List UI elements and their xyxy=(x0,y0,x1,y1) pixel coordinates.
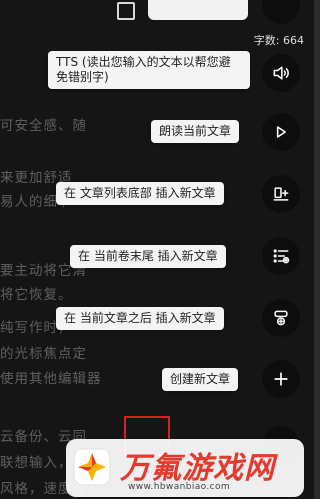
read-aloud-button[interactable] xyxy=(262,113,300,151)
word-count: 字数: 664 xyxy=(253,34,304,47)
watermark: 万氟游戏网 www.hbwanbiao.com xyxy=(66,439,304,497)
insert-after-button[interactable] xyxy=(262,299,300,337)
editor-screen: 可安全感、随 来更加舒适 易人的细节 要主动将它清 将它恢复。 纯写作时， 的光… xyxy=(0,0,314,499)
insert-bottom-button[interactable] xyxy=(262,175,300,213)
insert-volume-end-button[interactable] xyxy=(262,237,300,275)
plus-icon xyxy=(274,372,288,386)
insert-volume-end-tooltip: 在 当前卷末尾 插入新文章 xyxy=(70,245,226,268)
create-article-tooltip: 创建新文章 xyxy=(162,368,239,391)
watermark-logo xyxy=(73,448,111,486)
insert-bottom-tooltip: 在 文章列表底部 插入新文章 xyxy=(56,182,224,205)
tts-tooltip: TTS (读出您输入的文本以帮您避免错别字) xyxy=(48,51,250,89)
insert-after-tooltip: 在 当前文章之后 插入新文章 xyxy=(56,307,224,330)
create-article-button[interactable] xyxy=(262,360,300,398)
checkbox-icon[interactable] xyxy=(117,2,135,20)
watermark-url: www.hbwanbiao.com xyxy=(128,482,231,492)
speaker-icon xyxy=(273,66,289,80)
tts-button[interactable] xyxy=(262,54,300,92)
insert-bottom-icon xyxy=(273,187,289,201)
play-icon xyxy=(276,126,286,138)
list-add-icon xyxy=(273,249,290,264)
insert-after-icon xyxy=(274,310,288,326)
read-aloud-tooltip: 朗读当前文章 xyxy=(151,120,240,143)
watermark-title: 万氟游戏网 xyxy=(120,451,275,486)
tooltip-partial xyxy=(148,0,248,20)
